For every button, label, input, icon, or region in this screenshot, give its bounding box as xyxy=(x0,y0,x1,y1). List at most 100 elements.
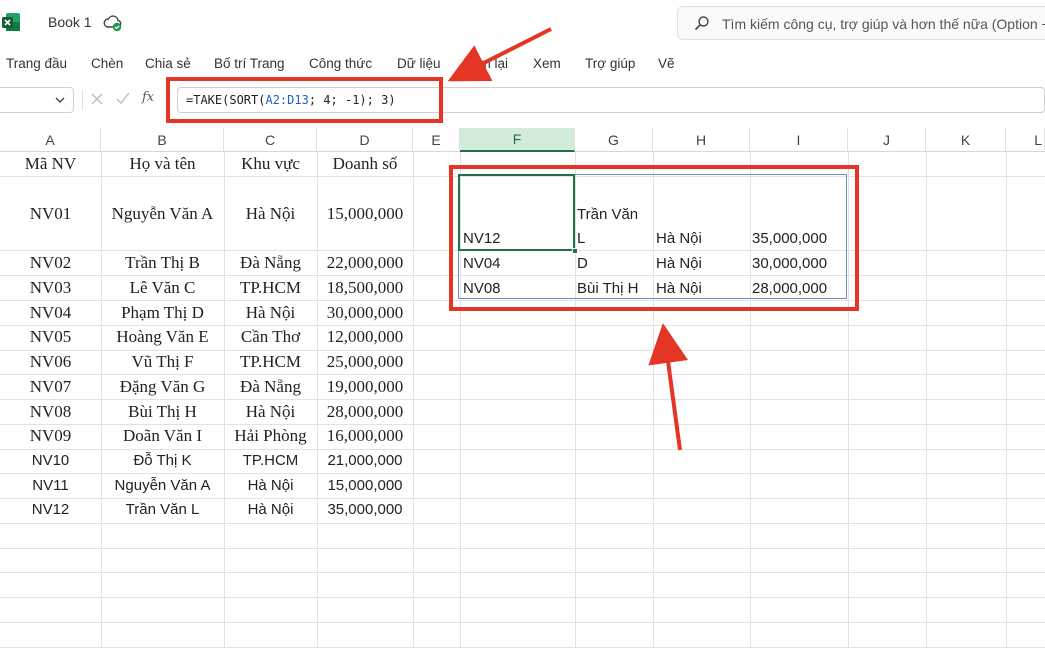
row-line xyxy=(0,399,1045,400)
tab-data[interactable]: Dữ liệu xyxy=(397,56,441,71)
table-cell[interactable]: Hà Nội xyxy=(224,477,317,494)
table-cell[interactable]: NV03 xyxy=(0,278,101,298)
table-cell[interactable]: Bùi Thị H xyxy=(101,402,224,422)
result-highlight-frame xyxy=(449,165,859,311)
tab-help[interactable]: Trợ giúp xyxy=(585,56,635,71)
table-cell[interactable]: NV10 xyxy=(0,452,101,469)
row-line xyxy=(0,449,1045,450)
row-line xyxy=(0,473,1045,474)
table-cell[interactable]: 15,000,000 xyxy=(317,477,413,494)
table-cell[interactable]: Hoàng Văn E xyxy=(101,327,224,347)
row-line xyxy=(0,374,1045,375)
insert-function-icon[interactable]: fx xyxy=(142,90,154,105)
table-cell[interactable]: NV05 xyxy=(0,327,101,347)
row-line xyxy=(0,523,1045,524)
row-line xyxy=(0,548,1045,549)
check-icon[interactable] xyxy=(116,92,130,105)
column-header-h[interactable]: H xyxy=(653,128,750,152)
table-cell[interactable]: 16,000,000 xyxy=(317,426,413,446)
cancel-icon[interactable] xyxy=(91,93,103,105)
table-cell[interactable]: Vũ Thị F xyxy=(101,352,224,372)
name-box[interactable] xyxy=(0,87,74,113)
column-header-d[interactable]: D xyxy=(317,128,413,152)
tab-review[interactable]: Xem lại xyxy=(463,56,508,71)
table-cell[interactable]: 18,500,000 xyxy=(317,278,413,298)
header-cell-employee-id[interactable]: Mã NV xyxy=(0,154,101,174)
tab-formulas[interactable]: Công thức xyxy=(309,56,372,71)
column-line xyxy=(224,152,225,648)
table-cell[interactable]: Nguyễn Văn A xyxy=(101,477,224,494)
tab-insert[interactable]: Chèn xyxy=(91,56,123,71)
table-cell[interactable]: NV02 xyxy=(0,253,101,273)
table-cell[interactable]: 35,000,000 xyxy=(317,501,413,518)
table-cell[interactable]: Lê Văn C xyxy=(101,278,224,298)
table-cell[interactable]: Hà Nội xyxy=(224,303,317,323)
tab-view[interactable]: Xem xyxy=(533,56,561,71)
table-cell[interactable]: 12,000,000 xyxy=(317,327,413,347)
column-header-k[interactable]: K xyxy=(926,128,1006,152)
table-cell[interactable]: 30,000,000 xyxy=(317,303,413,323)
table-cell[interactable]: NV07 xyxy=(0,377,101,397)
tab-home[interactable]: Trang đầu xyxy=(6,56,67,71)
tab-page-layout[interactable]: Bố trí Trang xyxy=(214,56,285,71)
header-cell-full-name[interactable]: Họ và tên xyxy=(101,154,224,174)
formula-bar: fx =TAKE(SORT(A2:D13; 4; -1); 3) xyxy=(0,86,1045,114)
table-cell[interactable]: NV08 xyxy=(0,402,101,422)
table-cell[interactable]: 19,000,000 xyxy=(317,377,413,397)
column-header-a[interactable]: A xyxy=(0,128,101,152)
ribbon-tabs: Trang đầu Chèn Chia sẻ Bố trí Trang Công… xyxy=(0,48,1045,82)
table-cell[interactable]: Đà Nẵng xyxy=(224,377,317,397)
table-cell[interactable]: TP.HCM xyxy=(224,452,317,469)
row-line xyxy=(0,622,1045,623)
column-header-e[interactable]: E xyxy=(413,128,460,152)
table-cell[interactable]: Trần Văn L xyxy=(101,501,224,518)
workbook-title[interactable]: Book 1 xyxy=(48,14,92,30)
chevron-down-icon[interactable] xyxy=(55,95,65,105)
table-cell[interactable]: NV04 xyxy=(0,303,101,323)
table-cell[interactable]: Đỗ Thị K xyxy=(101,452,224,469)
column-header-g[interactable]: G xyxy=(575,128,653,152)
table-cell[interactable]: Phạm Thị D xyxy=(101,303,224,323)
table-cell[interactable]: Hải Phòng xyxy=(224,426,317,446)
row-line xyxy=(0,597,1045,598)
table-cell[interactable]: Hà Nội xyxy=(224,402,317,422)
tab-draw[interactable]: Vẽ xyxy=(658,56,675,71)
header-cell-region[interactable]: Khu vực xyxy=(224,154,317,174)
table-cell[interactable]: Hà Nội xyxy=(224,501,317,518)
table-cell[interactable]: NV09 xyxy=(0,426,101,446)
table-cell[interactable]: 22,000,000 xyxy=(317,253,413,273)
table-cell[interactable]: NV12 xyxy=(0,501,101,518)
table-cell[interactable]: Đà Nẵng xyxy=(224,253,317,273)
row-line xyxy=(0,424,1045,425)
table-cell[interactable]: 15,000,000 xyxy=(317,204,413,224)
table-cell[interactable]: 21,000,000 xyxy=(317,452,413,469)
row-line xyxy=(0,350,1045,351)
column-line xyxy=(926,152,927,648)
row-line xyxy=(0,572,1045,573)
table-cell[interactable]: Hà Nội xyxy=(224,204,317,224)
table-cell[interactable]: NV01 xyxy=(0,204,101,224)
column-header-c[interactable]: C xyxy=(224,128,317,152)
table-cell[interactable]: Đặng Văn G xyxy=(101,377,224,397)
cloud-saved-icon[interactable] xyxy=(103,13,123,33)
header-cell-sales[interactable]: Doanh số xyxy=(317,154,413,174)
table-cell[interactable]: TP.HCM xyxy=(224,352,317,372)
table-cell[interactable]: Nguyễn Văn A xyxy=(101,204,224,224)
table-cell[interactable]: TP.HCM xyxy=(224,278,317,298)
column-header-f[interactable]: F xyxy=(460,128,575,152)
table-cell[interactable]: 28,000,000 xyxy=(317,402,413,422)
table-cell[interactable]: NV06 xyxy=(0,352,101,372)
column-line xyxy=(317,152,318,648)
table-cell[interactable]: 25,000,000 xyxy=(317,352,413,372)
table-cell[interactable]: Trần Thị B xyxy=(101,253,224,273)
table-cell[interactable]: Cần Thơ xyxy=(224,327,317,347)
tab-share[interactable]: Chia sẻ xyxy=(145,56,191,71)
column-header-j[interactable]: J xyxy=(848,128,926,152)
search-box[interactable]: Tìm kiếm công cụ, trợ giúp và hơn thế nữ… xyxy=(677,6,1045,40)
table-cell[interactable]: NV11 xyxy=(0,477,101,494)
excel-app-icon[interactable] xyxy=(2,12,20,32)
column-header-l[interactable]: L xyxy=(1006,128,1045,152)
table-cell[interactable]: Doãn Văn I xyxy=(101,426,224,446)
column-header-b[interactable]: B xyxy=(101,128,224,152)
column-header-i[interactable]: I xyxy=(750,128,848,152)
